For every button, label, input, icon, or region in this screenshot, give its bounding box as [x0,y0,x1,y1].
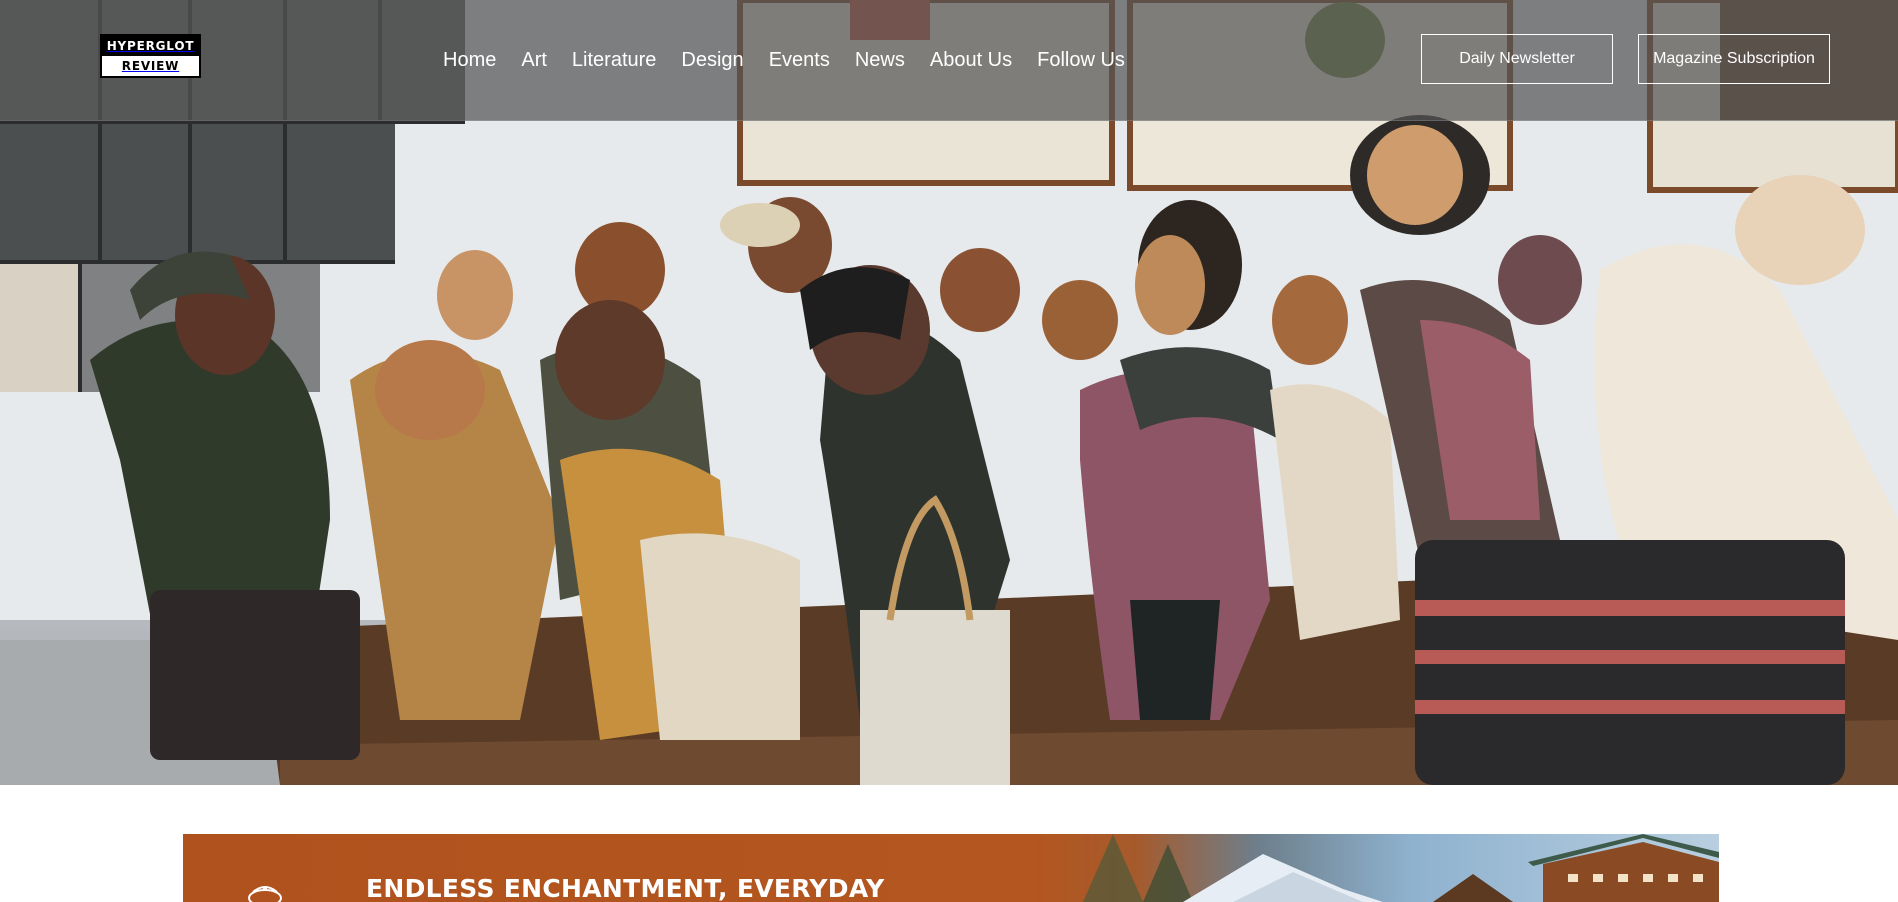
nav-news[interactable]: News [855,49,905,72]
resort-emblem-icon [245,882,285,902]
logo-line2: REVIEW [102,56,199,76]
logo-line1: HYPERGLOT [102,36,199,56]
nav-design[interactable]: Design [681,49,743,72]
site-header: HYPERGLOT REVIEW Home Art Literature Des… [0,0,1898,121]
daily-newsletter-button[interactable]: Daily Newsletter [1421,34,1613,84]
nav-follow-us[interactable]: Follow Us [1037,49,1125,72]
nav-art[interactable]: Art [521,49,547,72]
nav-literature[interactable]: Literature [572,49,657,72]
banner-headline: ENDLESS ENCHANTMENT, EVERYDAY [366,874,885,902]
nav-events[interactable]: Events [769,49,830,72]
nav-home[interactable]: Home [443,49,496,72]
main-nav: Home Art Literature Design Events News A… [443,45,1150,75]
site-logo[interactable]: HYPERGLOT REVIEW [100,34,201,78]
nav-about-us[interactable]: About Us [930,49,1012,72]
magazine-subscription-button[interactable]: Magazine Subscription [1638,34,1830,84]
advertisement-banner[interactable]: ENDLESS ENCHANTMENT, EVERYDAY [183,834,1719,902]
